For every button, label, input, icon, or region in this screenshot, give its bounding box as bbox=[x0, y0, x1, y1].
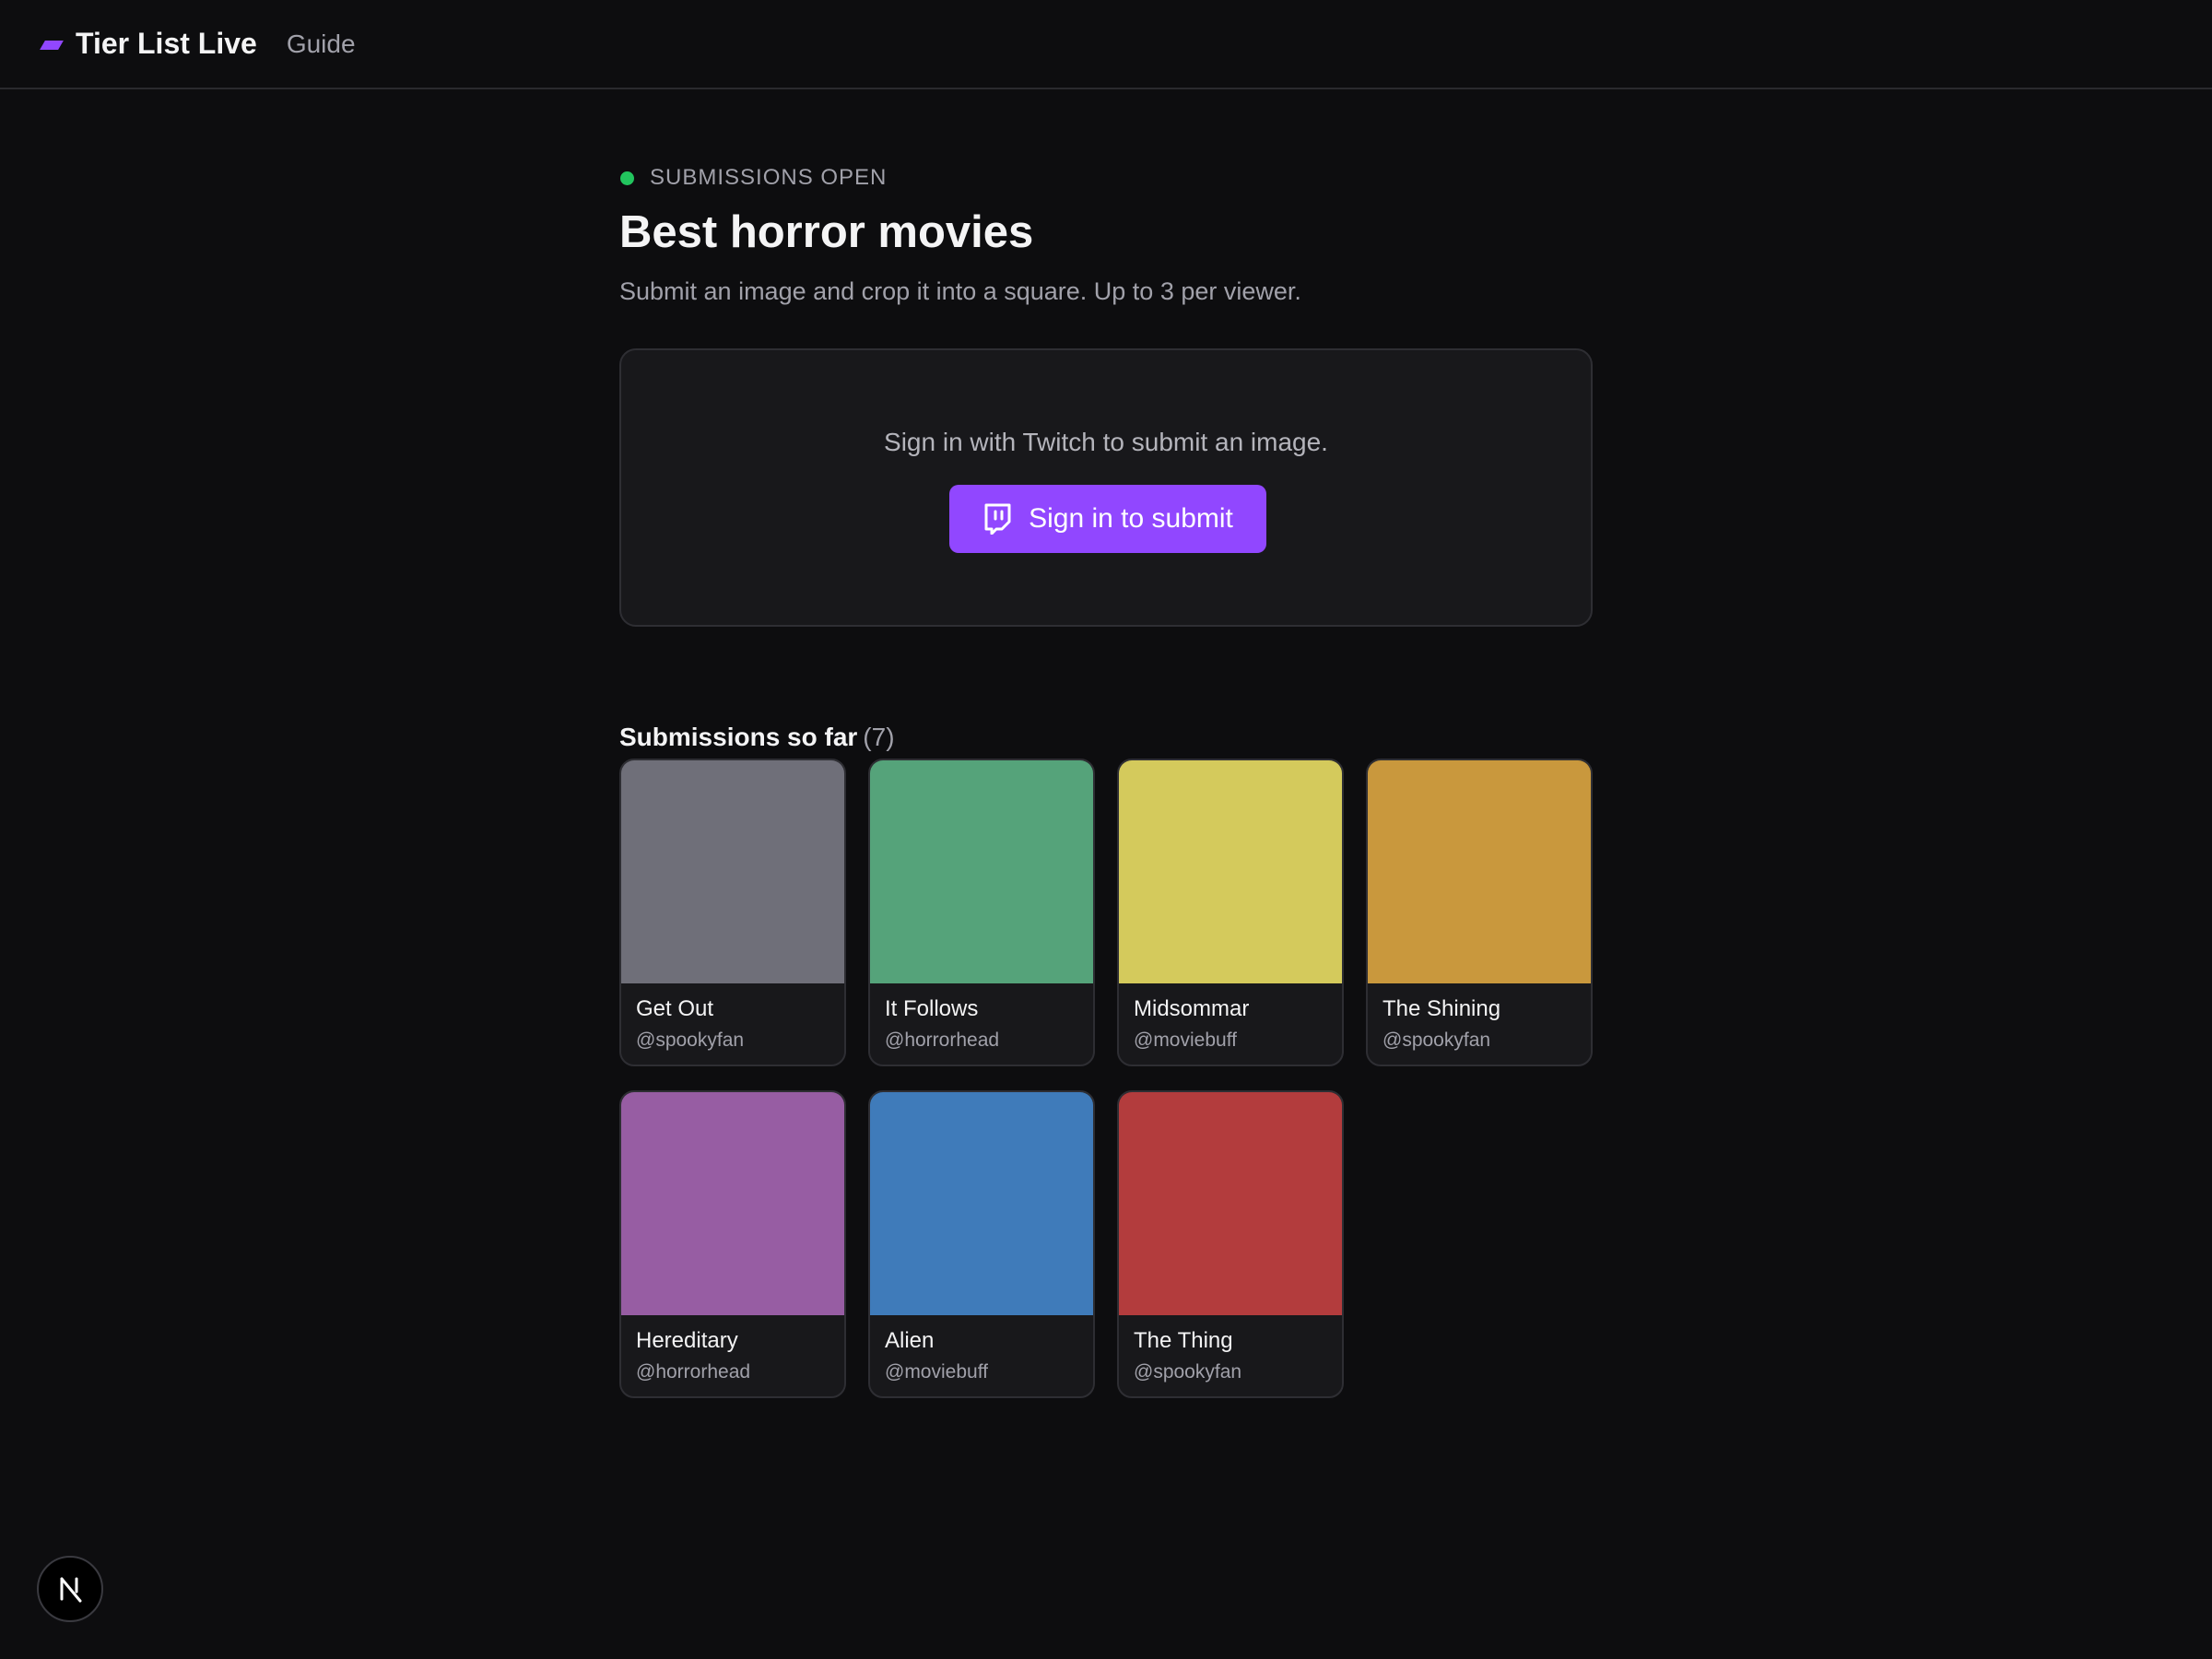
submission-image bbox=[870, 760, 1093, 983]
submission-tile[interactable]: Get Out @spookyfan bbox=[619, 759, 846, 1066]
submission-image bbox=[621, 1092, 844, 1315]
status-dot-icon bbox=[620, 171, 634, 185]
brand-link[interactable]: Tier List Live bbox=[76, 27, 257, 61]
status-indicator: SUBMISSIONS OPEN bbox=[619, 162, 1593, 194]
submissions-grid: Get Out @spookyfan It Follows @horrorhea… bbox=[619, 759, 1593, 1398]
submission-title: Midsommar bbox=[1134, 996, 1250, 1021]
submission-title: Get Out bbox=[636, 996, 714, 1021]
submission-user: @horrorhead bbox=[885, 1029, 1000, 1051]
submission-title: Hereditary bbox=[636, 1328, 738, 1353]
submission-user: @moviebuff bbox=[1134, 1029, 1237, 1051]
submission-title: The Shining bbox=[1382, 996, 1501, 1021]
top-bar: Tier List Live Guide bbox=[0, 0, 2212, 89]
submission-user: @spookyfan bbox=[1382, 1029, 1491, 1051]
nav-guide-link[interactable]: Guide bbox=[287, 29, 356, 59]
next-logo-icon bbox=[60, 1577, 82, 1603]
page-subtitle: Submit an image and crop it into a squar… bbox=[619, 276, 1301, 305]
sign-in-button[interactable]: Sign in to submit bbox=[949, 485, 1266, 553]
submission-tile[interactable]: The Thing @spookyfan bbox=[1117, 1090, 1344, 1398]
submission-tile[interactable]: Hereditary @horrorhead bbox=[619, 1090, 846, 1398]
submission-image bbox=[1368, 760, 1591, 983]
submission-user: @horrorhead bbox=[636, 1360, 751, 1382]
submissions-heading: Submissions so far (7) bbox=[619, 723, 895, 752]
submission-tile[interactable]: The Shining @spookyfan bbox=[1366, 759, 1593, 1066]
submission-user: @spookyfan bbox=[636, 1029, 745, 1051]
sign-in-button-label: Sign in to submit bbox=[1029, 503, 1233, 534]
submissions-count: (7) bbox=[863, 723, 895, 752]
submission-user: @moviebuff bbox=[885, 1360, 988, 1382]
submission-title: It Follows bbox=[885, 996, 979, 1021]
submission-image bbox=[870, 1092, 1093, 1315]
signin-prompt: Sign in with Twitch to submit an image. bbox=[884, 428, 1328, 456]
submission-title: Alien bbox=[885, 1328, 935, 1353]
main-content: SUBMISSIONS OPEN Best horror movies Subm… bbox=[619, 162, 1593, 1398]
page-title: Best horror movies bbox=[619, 207, 1034, 257]
signin-card: Sign in with Twitch to submit an image. … bbox=[619, 348, 1593, 627]
submission-image bbox=[621, 760, 844, 983]
status-label: SUBMISSIONS OPEN bbox=[650, 165, 888, 190]
submission-image bbox=[1119, 760, 1342, 983]
twitch-icon bbox=[984, 503, 1011, 535]
submissions-heading-label: Submissions so far bbox=[619, 723, 858, 752]
submission-title: The Thing bbox=[1134, 1328, 1233, 1353]
submission-user: @spookyfan bbox=[1134, 1360, 1242, 1382]
submission-tile[interactable]: Midsommar @moviebuff bbox=[1117, 759, 1344, 1066]
next-dev-badge[interactable] bbox=[37, 1556, 103, 1622]
submission-tile[interactable]: Alien @moviebuff bbox=[868, 1090, 1095, 1398]
submission-image bbox=[1119, 1092, 1342, 1315]
brand-logo-icon bbox=[40, 40, 64, 50]
submission-tile[interactable]: It Follows @horrorhead bbox=[868, 759, 1095, 1066]
